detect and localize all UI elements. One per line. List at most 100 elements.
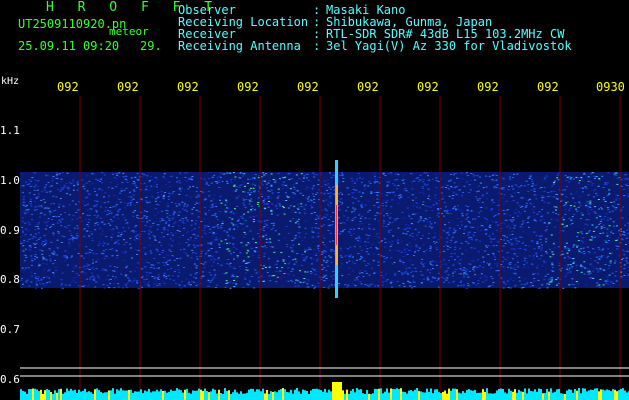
- noise-speck: [541, 199, 544, 201]
- noise-speck: [112, 206, 115, 208]
- noise-speck: [599, 233, 602, 234]
- noise-speck: [533, 278, 536, 279]
- noise-speck: [424, 225, 427, 227]
- noise-speck: [470, 247, 473, 249]
- noise-speck: [84, 204, 87, 206]
- noise-speck: [115, 214, 117, 216]
- noise-speck: [204, 212, 207, 214]
- noise-speck: [172, 213, 175, 215]
- noise-speck: [170, 233, 173, 235]
- noise-speck: [397, 203, 400, 205]
- noise-speck: [580, 271, 583, 273]
- noise-speck: [576, 245, 579, 247]
- noise-speck: [565, 202, 568, 204]
- noise-speck: [176, 177, 178, 179]
- noise-speck: [136, 280, 139, 282]
- noise-speck: [73, 248, 76, 250]
- noise-speck: [136, 281, 138, 283]
- noise-speck: [292, 184, 295, 186]
- noise-speck: [301, 264, 303, 266]
- noise-speck: [106, 284, 109, 286]
- noise-speck: [90, 231, 93, 233]
- noise-speck: [522, 222, 525, 224]
- noise-speck: [467, 242, 470, 244]
- noise-speck: [591, 183, 594, 185]
- noise-speck: [514, 212, 517, 214]
- noise-speck: [428, 195, 430, 197]
- noise-speck: [327, 230, 330, 231]
- noise-speck: [298, 284, 301, 286]
- noise-speck: [355, 238, 358, 240]
- noise-speck: [599, 215, 602, 217]
- noise-speck: [22, 231, 24, 233]
- noise-speck: [85, 265, 88, 267]
- noise-speck: [528, 226, 530, 228]
- noise-speck: [367, 262, 370, 264]
- noise-speck: [623, 232, 626, 234]
- noise-speck: [207, 209, 210, 211]
- noise-speck: [502, 266, 505, 268]
- noise-speck: [354, 285, 357, 287]
- noise-speck: [83, 268, 86, 270]
- signal-level-segment: [380, 388, 382, 400]
- signal-level-segment: [498, 388, 500, 400]
- noise-speck: [123, 239, 125, 241]
- noise-speck: [348, 231, 351, 233]
- noise-speck: [459, 259, 462, 261]
- noise-speck: [488, 263, 491, 265]
- noise-speck: [521, 223, 524, 225]
- noise-speck: [179, 249, 182, 251]
- noise-speck: [514, 272, 517, 274]
- noise-speck: [471, 234, 474, 236]
- noise-speck: [508, 234, 511, 236]
- noise-speck: [212, 176, 215, 178]
- noise-speck: [187, 231, 189, 233]
- noise-speck: [94, 191, 97, 192]
- noise-speck: [403, 272, 406, 274]
- noise-speck: [360, 272, 363, 273]
- noise-speck: [382, 205, 384, 207]
- noise-speck: [519, 206, 522, 208]
- noise-speck: [351, 229, 354, 231]
- noise-speck: [34, 258, 36, 260]
- noise-speck: [193, 228, 196, 230]
- noise-speck: [284, 237, 286, 239]
- noise-speck: [611, 272, 614, 274]
- noise-speck: [464, 226, 467, 228]
- noise-speck: [226, 207, 229, 209]
- signal-level-segment: [478, 392, 480, 400]
- noise-speck: [207, 242, 210, 244]
- noise-speck: [405, 227, 408, 229]
- signal-level-segment: [148, 388, 150, 400]
- noise-speck: [323, 275, 326, 277]
- noise-speck: [329, 215, 332, 217]
- noise-speck: [453, 191, 455, 193]
- noise-speck: [185, 253, 188, 255]
- noise-speck: [491, 179, 494, 181]
- noise-speck: [40, 199, 43, 201]
- noise-speck: [521, 287, 524, 289]
- noise-speck: [578, 251, 581, 253]
- noise-speck: [412, 205, 415, 207]
- noise-speck: [231, 223, 234, 225]
- noise-speck: [496, 184, 499, 186]
- signal-level-segment: [170, 389, 172, 400]
- noise-speck: [405, 269, 408, 271]
- noise-speck: [282, 259, 285, 261]
- noise-speck: [218, 244, 221, 246]
- noise-speck: [186, 206, 189, 208]
- noise-speck: [52, 216, 55, 217]
- noise-speck: [569, 264, 572, 266]
- noise-speck: [136, 238, 139, 240]
- noise-speck: [465, 270, 468, 272]
- noise-speck: [580, 178, 583, 180]
- noise-speck: [218, 175, 221, 177]
- noise-speck: [401, 179, 404, 181]
- noise-speck: [211, 265, 214, 267]
- noise-speck: [384, 273, 387, 275]
- noise-speck: [434, 197, 437, 199]
- noise-speck: [101, 182, 103, 184]
- noise-speck: [589, 200, 592, 202]
- noise-speck: [151, 276, 154, 277]
- noise-speck: [226, 282, 229, 284]
